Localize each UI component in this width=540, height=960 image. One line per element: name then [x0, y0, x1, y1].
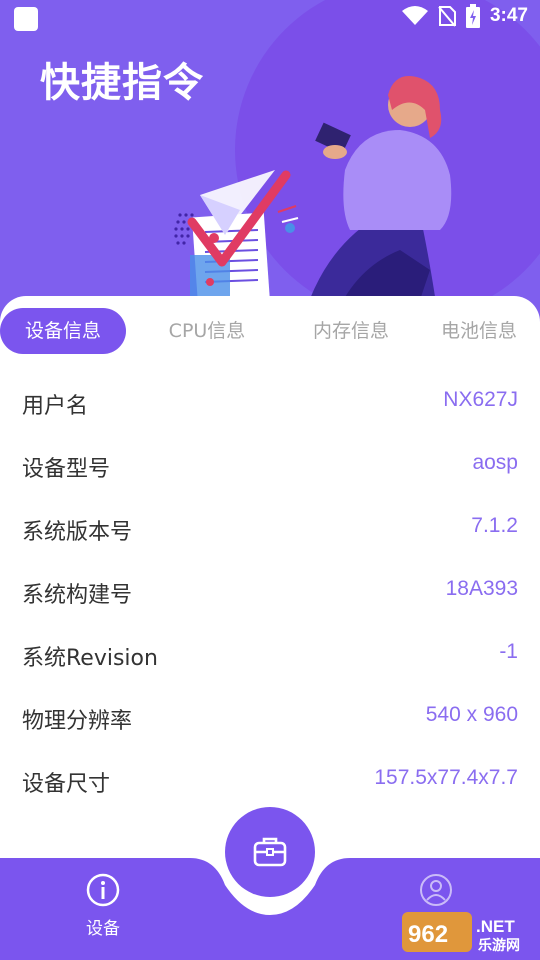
info-row-revision: 系统Revision -1 [0, 634, 540, 674]
info-row-resolution: 物理分辨率 540 x 960 [0, 697, 540, 737]
watermark-text: 乐游网 [478, 938, 520, 954]
svg-text:962: 962 [408, 921, 448, 948]
tab-memory-info[interactable]: 内存信息 [292, 308, 410, 354]
row-label: 系统Revision [22, 646, 158, 671]
row-value: 157.5x77.4x7.7 [374, 766, 518, 789]
row-label: 设备型号 [22, 457, 111, 482]
svg-text:.NET: .NET [476, 917, 515, 936]
info-row-build: 系统构建号 18A393 [0, 571, 540, 611]
row-value: 18A393 [445, 577, 518, 600]
row-value: NX627J [443, 388, 518, 411]
nav-device-label: 设备 [86, 919, 120, 939]
tab-bar: 设备信息 CPU信息 内存信息 电池信息 [0, 308, 540, 356]
tab-battery-info[interactable]: 电池信息 [424, 308, 534, 354]
info-circle-icon [86, 873, 120, 907]
info-row-version: 系统版本号 7.1.2 [0, 508, 540, 548]
nav-device[interactable]: 设备 [53, 840, 153, 960]
tab-device-info[interactable]: 设备信息 [0, 308, 126, 354]
row-label: 系统构建号 [22, 583, 133, 608]
status-bar: 3:47 [0, 0, 540, 36]
row-label: 系统版本号 [22, 520, 133, 545]
info-row-model: 设备型号 aosp [0, 445, 540, 485]
row-label: 物理分辨率 [22, 709, 133, 734]
row-value: aosp [472, 451, 518, 474]
row-value: -1 [499, 640, 518, 663]
info-row-username: 用户名 NX627J [0, 382, 540, 422]
toolbox-button[interactable] [225, 807, 315, 897]
app-notification-icon [14, 7, 38, 31]
wifi-icon [401, 6, 428, 25]
info-row-dimensions: 设备尺寸 157.5x77.4x7.7 [0, 760, 540, 800]
user-icon [420, 874, 452, 906]
watermark: 962 .NET 乐游网 [400, 908, 540, 958]
row-label: 用户名 [22, 394, 89, 419]
info-card: 设备信息 CPU信息 内存信息 电池信息 用户名 NX627J 设备型号 aos… [0, 296, 540, 876]
row-value: 540 x 960 [425, 703, 518, 726]
toolbox-icon [253, 837, 287, 867]
no-sim-icon [438, 6, 456, 27]
status-time: 3:47 [489, 5, 528, 26]
row-value: 7.1.2 [471, 514, 518, 537]
row-label: 设备尺寸 [22, 772, 111, 797]
tab-cpu-info[interactable]: CPU信息 [148, 308, 266, 354]
battery-charging-icon [465, 4, 480, 28]
app-title: 快捷指令 [40, 60, 204, 106]
